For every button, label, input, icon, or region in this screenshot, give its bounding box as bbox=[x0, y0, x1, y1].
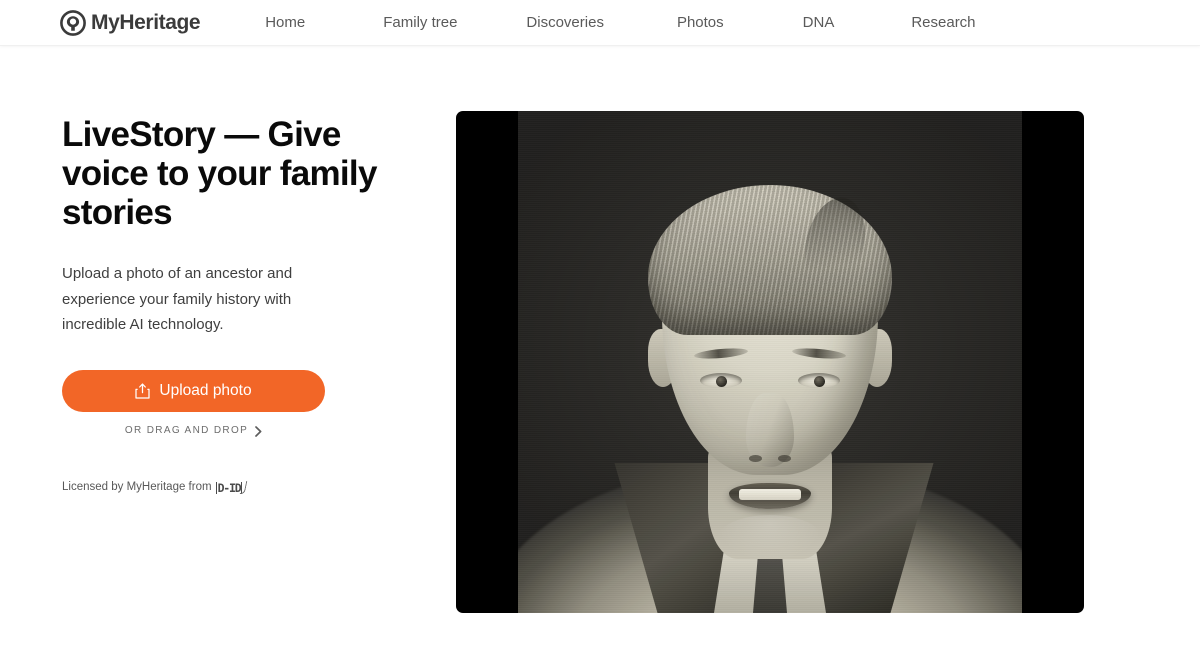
nav-link-dna[interactable]: DNA bbox=[791, 0, 847, 46]
upload-photo-button[interactable]: Upload photo bbox=[62, 369, 325, 412]
nav-link-home[interactable]: Home bbox=[253, 0, 317, 46]
portrait-pupil-left bbox=[716, 376, 727, 387]
nav-link-photos[interactable]: Photos bbox=[665, 0, 736, 46]
license-attribution: Licensed by MyHeritage from D-ID bbox=[62, 480, 402, 495]
drag-and-drop-label: OR DRAG AND DROP bbox=[124, 425, 249, 436]
hero-text-column: LiveStory — Give voice to your family st… bbox=[62, 115, 402, 495]
portrait-pupil-right bbox=[814, 376, 825, 387]
chevron-right-icon bbox=[255, 425, 262, 437]
nav-link-discoveries[interactable]: Discoveries bbox=[514, 0, 616, 46]
portrait-nostril-left bbox=[749, 455, 762, 462]
upload-photo-button-label: Upload photo bbox=[159, 381, 252, 399]
hero-subtitle: Upload a photo of an ancestor and experi… bbox=[62, 265, 293, 333]
portrait-eye-right bbox=[798, 373, 840, 388]
nav-link-family-tree[interactable]: Family tree bbox=[371, 0, 469, 46]
myheritage-circle-tree-logo-icon bbox=[60, 9, 86, 36]
d-id-logo-tail bbox=[240, 480, 248, 494]
primary-nav-links: Home Family tree Discoveries Photos DNA … bbox=[253, 0, 987, 46]
d-id-logo: D-ID bbox=[215, 480, 248, 495]
ancestor-portrait-photo bbox=[518, 111, 1022, 613]
portrait-chin bbox=[718, 515, 822, 561]
brand-wordmark: MyHeritage bbox=[91, 11, 201, 34]
upload-icon bbox=[135, 382, 151, 399]
top-navigation-bar: MyHeritage Home Family tree Discoveries … bbox=[0, 0, 1200, 46]
portrait-eye-left bbox=[700, 373, 742, 388]
livestory-media-frame[interactable] bbox=[456, 111, 1084, 613]
d-id-logo-text: D-ID bbox=[215, 480, 243, 495]
page-title: LiveStory — Give voice to your family st… bbox=[62, 115, 377, 232]
license-attribution-text: Licensed by MyHeritage from bbox=[62, 481, 212, 494]
portrait-teeth bbox=[739, 489, 801, 500]
nav-link-research[interactable]: Research bbox=[899, 0, 987, 46]
myheritage-brand-logo[interactable]: MyHeritage bbox=[60, 9, 201, 36]
portrait-nostril-right bbox=[778, 455, 791, 462]
drag-and-drop-link[interactable]: OR DRAG AND DROP bbox=[62, 426, 325, 437]
